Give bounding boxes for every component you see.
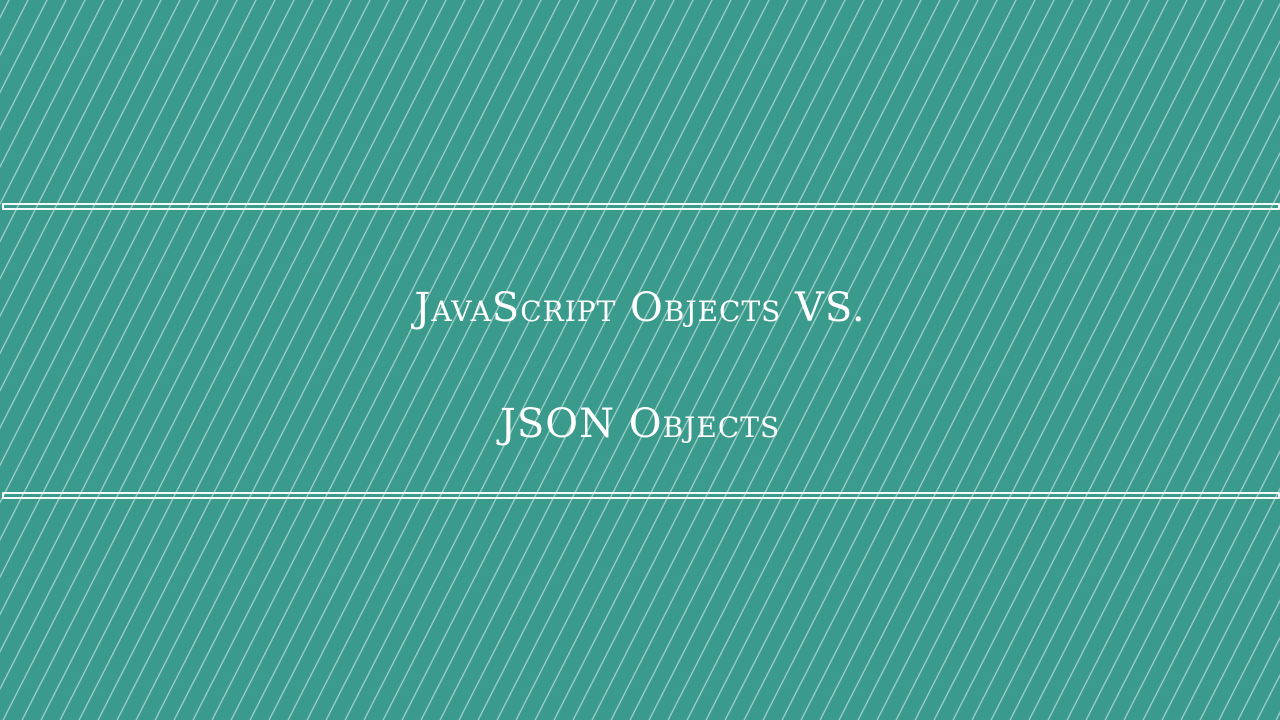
title-line-1: JavaScript Objects VS. [414,285,866,331]
top-divider-line [2,203,1280,210]
banner-title: JavaScript Objects VS. JSON Objects [0,250,1280,482]
title-banner: JavaScript Objects VS. JSON Objects [0,0,1280,720]
bottom-divider-line [2,492,1280,499]
title-line-2: JSON Objects [499,401,781,447]
